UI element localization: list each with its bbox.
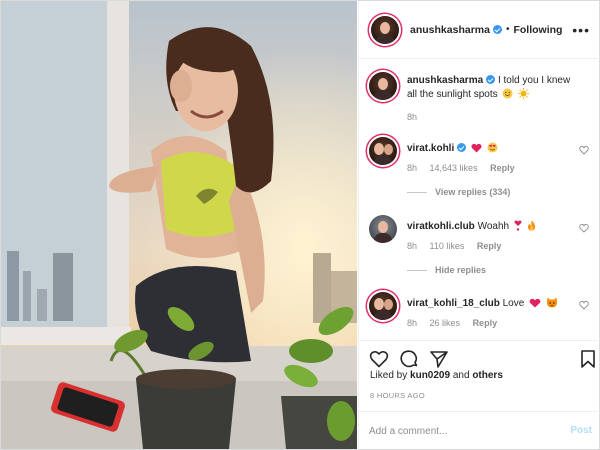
liked-by-user[interactable]: kun0209	[410, 370, 450, 381]
cat-emoji	[546, 297, 557, 308]
verified-badge-icon	[492, 25, 502, 34]
heart-emoji	[529, 298, 541, 308]
comment-text-block: virat.kohli	[407, 142, 577, 156]
comment-username[interactable]: viratkohli.club	[407, 221, 475, 232]
comment-likes[interactable]: 14,643 likes	[430, 163, 478, 173]
likes-summary[interactable]: Liked by kun0209 and others	[370, 370, 503, 381]
post-photo-illustration	[1, 1, 357, 449]
red-heart-emoji	[471, 143, 482, 153]
comment-username[interactable]: virat_kohli_18_club	[407, 298, 500, 309]
comment-avatar[interactable]	[369, 137, 397, 165]
hide-replies-button[interactable]: Hide replies	[407, 265, 486, 275]
post-header: anushkasharma • Following •••	[359, 1, 600, 59]
following-button[interactable]: Following	[513, 24, 562, 36]
verified-badge-icon	[486, 75, 496, 84]
caption-text-block: anushkasharma I told you I knew all the …	[407, 74, 577, 102]
comment-like-heart-icon[interactable]	[579, 223, 589, 233]
verified-badge-icon	[457, 143, 467, 152]
comment-username[interactable]: virat.kohli	[407, 143, 454, 154]
share-icon[interactable]	[429, 349, 449, 369]
comment-time: 8h	[407, 318, 418, 328]
caption-time: 8h	[407, 112, 418, 122]
view-replies-button[interactable]: View replies (334)	[407, 187, 510, 197]
bookmark-icon[interactable]	[578, 349, 598, 369]
comment-meta: 8h 110 likes Reply	[407, 241, 511, 251]
comment-text: Woahh	[477, 221, 510, 232]
post-comment-button[interactable]: Post	[570, 425, 592, 436]
comment-likes[interactable]: 26 likes	[430, 318, 461, 328]
comment-avatar[interactable]	[369, 215, 397, 243]
heart-exclamation-emoji	[514, 220, 522, 231]
reply-button[interactable]: Reply	[490, 163, 515, 173]
comment-text: Love	[502, 298, 525, 309]
comment-time: 8h	[407, 163, 418, 173]
more-options-icon[interactable]: •••	[572, 22, 590, 38]
author-avatar[interactable]	[371, 15, 399, 44]
author-username[interactable]: anushkasharma	[410, 24, 490, 36]
reply-button[interactable]: Reply	[477, 241, 502, 251]
sun-emoji	[518, 88, 530, 99]
post-photo[interactable]	[1, 1, 357, 449]
comments-list[interactable]: anushkasharma I told you I knew all the …	[359, 60, 600, 340]
caption-avatar[interactable]	[369, 72, 397, 100]
liked-by-others[interactable]: others	[472, 370, 503, 381]
post-side-panel: anushkasharma • Following ••• anushkasha…	[358, 1, 600, 449]
caption-meta: 8h	[407, 112, 427, 122]
comment-meta: 8h 14,643 likes Reply	[407, 163, 525, 173]
caption-username[interactable]: anushkasharma	[407, 75, 483, 86]
likes-middle: and	[452, 370, 470, 381]
comment-avatar[interactable]	[369, 292, 397, 320]
comment-meta: 8h 26 likes Reply	[407, 318, 507, 328]
separator-dot: •	[505, 24, 510, 35]
comment-text-block: virat_kohli_18_club Love	[407, 297, 577, 311]
comment-like-heart-icon[interactable]	[579, 300, 589, 310]
heart-icon[interactable]	[369, 349, 389, 369]
fire-emoji	[527, 220, 535, 231]
comment-icon[interactable]	[399, 349, 419, 369]
add-comment-input[interactable]	[369, 422, 549, 440]
heart-eyes-emoji	[487, 142, 498, 153]
likes-prefix: Liked by	[370, 370, 408, 381]
post-timestamp[interactable]: 8 HOURS AGO	[370, 391, 425, 400]
smiling-face-emoji	[502, 88, 513, 99]
comment-like-heart-icon[interactable]	[579, 145, 589, 155]
reply-button[interactable]: Reply	[473, 318, 498, 328]
comment-time: 8h	[407, 241, 418, 251]
add-comment-bar: Post	[359, 411, 600, 449]
comment-text-block: viratkohli.club Woahh	[407, 220, 577, 234]
comment-likes[interactable]: 110 likes	[430, 241, 465, 251]
